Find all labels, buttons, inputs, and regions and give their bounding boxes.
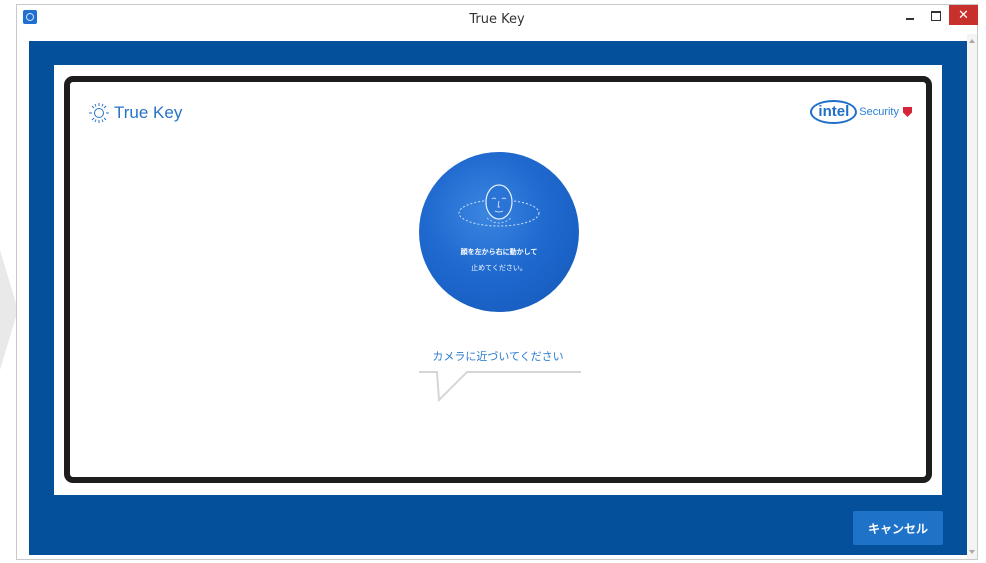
- cancel-button[interactable]: キャンセル: [853, 511, 943, 545]
- scan-hint-text: カメラに近づいてください: [432, 350, 564, 363]
- client-area: True Key intel Security 顔を左から右に動かして 止めてく…: [29, 41, 967, 555]
- scroll-down-icon[interactable]: [969, 550, 975, 554]
- close-icon: ✕: [958, 7, 969, 23]
- content-panel: True Key intel Security 顔を左から右に動かして 止めてく…: [54, 65, 942, 495]
- intel-security-logo: intel Security: [810, 100, 912, 124]
- scroll-up-icon[interactable]: [969, 39, 975, 43]
- shield-icon: [903, 107, 912, 117]
- maximize-button[interactable]: [923, 5, 949, 27]
- vertical-scrollbar[interactable]: [967, 34, 977, 559]
- intel-wordmark: intel: [810, 100, 858, 124]
- camera-frame: True Key intel Security 顔を左から右に動かして 止めてく…: [64, 76, 932, 483]
- logo-text: True Key: [114, 103, 183, 122]
- title-bar: True Key ✕: [17, 5, 978, 34]
- scan-instruction-primary: 顔を左から右に動かして: [460, 248, 538, 256]
- maximize-icon: [931, 11, 941, 21]
- minimize-button[interactable]: [897, 5, 923, 27]
- security-wordmark: Security: [859, 106, 899, 118]
- speech-bubble-tail: [419, 371, 581, 402]
- minimize-icon: [906, 18, 914, 20]
- face-outline-icon: [458, 184, 540, 227]
- app-window: True Key ✕ True Key intel Security 顔を左から…: [16, 4, 978, 560]
- true-key-logo-icon: [89, 103, 109, 123]
- window-title: True Key: [469, 12, 525, 27]
- close-button[interactable]: ✕: [949, 5, 978, 25]
- true-key-logo: True Key: [88, 102, 182, 124]
- face-scan-circle: 顔を左から右に動かして 止めてください。: [419, 152, 579, 312]
- scan-instruction-secondary: 止めてください。: [471, 264, 527, 272]
